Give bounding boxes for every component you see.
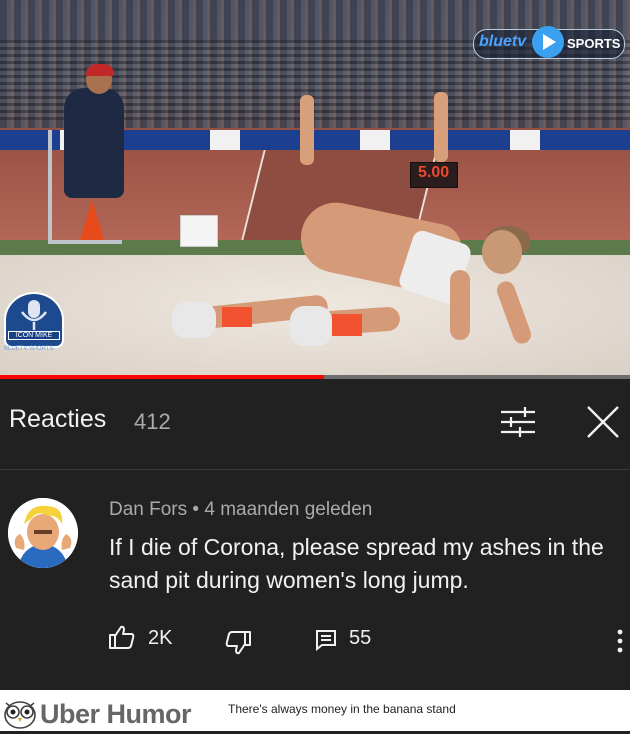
athlete-background [300, 95, 314, 165]
athlete-shoe [172, 302, 216, 338]
marker-box [180, 215, 218, 247]
comments-count: 412 [134, 409, 171, 434]
owl-logo-icon [2, 697, 38, 729]
athlete-arm [450, 270, 470, 340]
comment-text: If I die of Corona, please spread my ash… [109, 534, 604, 593]
broadcaster-logo-text: bluetv [479, 33, 527, 50]
official-cap [86, 64, 114, 76]
reply-count: 55 [349, 627, 372, 649]
like-count: 2K [148, 627, 173, 649]
official-body [64, 88, 124, 198]
thumbs-down-icon[interactable] [224, 629, 252, 657]
comment-author-line: Dan Fors • 4 maanden geleden [109, 499, 372, 521]
reply-comment-icon[interactable] [314, 628, 338, 652]
athlete-sock [332, 314, 362, 336]
video-player[interactable]: 5.00 bluetv SPORTS ICON MIKE BLUETV SPOR… [0, 0, 630, 378]
scoreboard-value: 5.00 [418, 164, 450, 181]
athlete-shoe [290, 306, 332, 346]
athlete-head [482, 230, 522, 274]
close-icon[interactable] [584, 403, 622, 441]
footer-tagline: There's always money in the banana stand [228, 702, 456, 716]
broadcaster-logo-sports: SPORTS [567, 36, 621, 51]
comment-author[interactable]: Dan Fors [109, 499, 187, 520]
footer-brand: Uber Humor [40, 699, 192, 729]
more-vert-icon[interactable] [614, 627, 626, 655]
comments-title: Reacties [9, 405, 107, 433]
overlay-logo-sublabel: BLUETV SPORTS [4, 346, 54, 352]
athlete-sock [222, 307, 252, 327]
play-icon [532, 26, 564, 58]
avatar[interactable] [8, 498, 78, 568]
thumbs-up-icon[interactable] [108, 623, 136, 651]
meta-separator: • [192, 499, 200, 520]
traffic-cone [80, 200, 104, 240]
sort-filter-icon[interactable] [498, 404, 538, 440]
athlete-background [434, 92, 448, 162]
overlay-logo-label: ICON MIKE [8, 331, 60, 340]
comment-time: 4 maanden geleden [204, 499, 373, 520]
